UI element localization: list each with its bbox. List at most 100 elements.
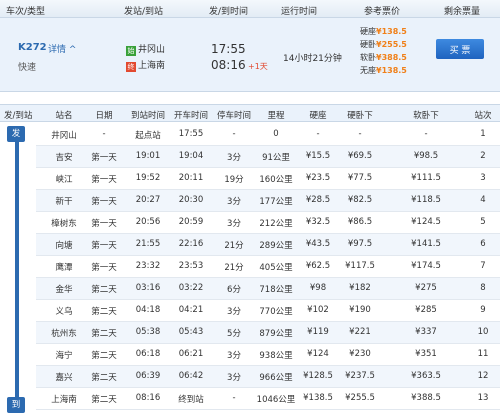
table-row: 嘉兴 第二天 06:39 06:42 3分 966公里 ¥128.5 ¥237.5 ¥363.5… bbox=[36, 366, 500, 388]
stop-index: 13 bbox=[477, 393, 489, 403]
seat-class-label: 硬卧 bbox=[360, 40, 376, 49]
col-header: 里程 bbox=[267, 111, 285, 121]
price-list: 硬座¥138.5 硬卧¥255.5 软卧¥388.5 无座¥138.5 bbox=[360, 26, 407, 78]
hard-sleeper-price: ¥69.5 bbox=[347, 151, 373, 161]
stop-date: 第二天 bbox=[91, 307, 117, 317]
header-remaining: 剩余票量 bbox=[444, 7, 481, 17]
seat-price: ¥255.5 bbox=[376, 40, 407, 49]
distance: 177公里 bbox=[259, 197, 293, 207]
stop-duration: 3分 bbox=[227, 153, 241, 163]
distance: 966公里 bbox=[259, 373, 293, 383]
arrive-time: 23:32 bbox=[135, 261, 161, 271]
stop-duration: 3分 bbox=[227, 219, 241, 229]
table-row: 金华 第二天 03:16 03:22 6分 718公里 ¥98 ¥182 ¥275 8 bbox=[36, 278, 500, 300]
seat-price: ¥138.5 bbox=[376, 66, 407, 75]
stop-date: 第二天 bbox=[91, 395, 117, 405]
depart-time: 22:16 bbox=[178, 239, 204, 249]
hard-sleeper-price: ¥86.5 bbox=[347, 217, 373, 227]
stop-index: 5 bbox=[480, 217, 486, 227]
header-ref-price: 参考票价 bbox=[364, 7, 401, 17]
stop-date: 第一天 bbox=[91, 153, 117, 163]
stop-duration: 21分 bbox=[224, 263, 244, 273]
arrive-time: 03:16 bbox=[135, 283, 161, 293]
arrive-time: 08:16 bbox=[135, 393, 161, 403]
stop-duration: - bbox=[232, 393, 236, 403]
soft-sleeper-price: ¥124.5 bbox=[411, 217, 441, 227]
results-header: 车次/类型 发站/到站 发/到时间 运行时间 参考票价 剩余票量 bbox=[0, 0, 500, 18]
train-number-link[interactable]: K272 bbox=[18, 42, 47, 53]
table-row: 向塘 第一天 21:55 22:16 21分 289公里 ¥43.5 ¥97.5 ¥141.5 6 bbox=[36, 234, 500, 256]
soft-sleeper-price: ¥388.5 bbox=[411, 393, 441, 403]
stop-date: 第一天 bbox=[91, 263, 117, 273]
arrive-time: 起点站 bbox=[135, 131, 161, 141]
depart-time: 23:53 bbox=[178, 261, 204, 271]
stop-date: - bbox=[102, 129, 106, 139]
hard-sleeper-price: ¥182 bbox=[349, 283, 371, 293]
header-duration: 运行时间 bbox=[281, 7, 318, 17]
seat-price: ¥138.5 bbox=[376, 27, 407, 36]
to-station-name: 上海南 bbox=[138, 61, 166, 71]
stop-duration: 3分 bbox=[227, 197, 241, 207]
depart-time: 终到站 bbox=[178, 395, 204, 405]
table-row: 杭州东 第二天 05:38 05:43 5分 879公里 ¥119 ¥221 ¥337 10 bbox=[36, 322, 500, 344]
arrive-time: 20:56 bbox=[135, 217, 161, 227]
col-header: 停车时间 bbox=[216, 111, 252, 121]
from-station: 始井冈山 bbox=[126, 42, 165, 56]
stop-index: 9 bbox=[480, 305, 486, 315]
soft-sleeper-price: ¥275 bbox=[415, 283, 437, 293]
run-duration: 14小时21分钟 bbox=[283, 54, 342, 64]
seat-class-label: 硬座 bbox=[360, 27, 376, 36]
hard-sleeper-price: ¥77.5 bbox=[347, 173, 373, 183]
stop-date: 第一天 bbox=[91, 197, 117, 207]
header-times: 发/到时间 bbox=[209, 7, 249, 17]
train-summary-row: K272 详情 ^ 快速 始井冈山 终上海南 17:55 08:16 +1天 1… bbox=[0, 18, 500, 92]
table-row: 樟树东 第一天 20:56 20:59 3分 212公里 ¥32.5 ¥86.5 ¥124.5 5 bbox=[36, 212, 500, 234]
stop-duration: 3分 bbox=[227, 307, 241, 317]
distance: 160公里 bbox=[259, 175, 293, 185]
stop-index: 7 bbox=[480, 261, 486, 271]
distance: 0 bbox=[273, 129, 279, 139]
table-row: 海宁 第二天 06:18 06:21 3分 938公里 ¥124 ¥230 ¥351 11 bbox=[36, 344, 500, 366]
train-detail-toggle[interactable]: 详情 ^ bbox=[48, 42, 76, 55]
hard-seat-price: ¥102 bbox=[307, 305, 329, 315]
hard-seat-price: ¥98 bbox=[309, 283, 327, 293]
header-from-to: 发站/到站 bbox=[124, 7, 164, 17]
distance: 770公里 bbox=[259, 307, 293, 317]
stop-index: 4 bbox=[480, 195, 486, 205]
stop-index: 1 bbox=[480, 129, 486, 139]
distance: 405公里 bbox=[259, 263, 293, 273]
station-name: 峡江 bbox=[55, 175, 73, 185]
hard-seat-price: ¥138.5 bbox=[303, 393, 333, 403]
distance: 91公里 bbox=[262, 153, 290, 163]
stop-date: 第一天 bbox=[91, 219, 117, 229]
stop-duration: 5分 bbox=[227, 329, 241, 339]
from-station-name: 井冈山 bbox=[138, 45, 166, 55]
depart-time: 17:55 bbox=[211, 42, 246, 56]
distance: 938公里 bbox=[259, 351, 293, 361]
station-name: 杭州东 bbox=[51, 329, 77, 339]
depart-time: 19:04 bbox=[178, 151, 204, 161]
depart-time: 17:55 bbox=[178, 129, 204, 139]
price-row: 硬卧¥255.5 bbox=[360, 39, 407, 52]
soft-sleeper-price: ¥111.5 bbox=[411, 173, 441, 183]
hard-sleeper-price: ¥230 bbox=[349, 349, 371, 359]
start-marker-icon: 始 bbox=[126, 46, 136, 56]
hard-sleeper-price: ¥237.5 bbox=[345, 371, 375, 381]
col-header: 日期 bbox=[95, 111, 113, 121]
arrive-time: 05:38 bbox=[135, 327, 161, 337]
arrive-time: 19:52 bbox=[135, 173, 161, 183]
hard-seat-price: ¥124 bbox=[307, 349, 329, 359]
buy-ticket-button[interactable]: 买 票 bbox=[436, 39, 484, 59]
hard-sleeper-price: ¥255.5 bbox=[345, 393, 375, 403]
route-rail: 发 到 bbox=[6, 126, 28, 413]
table-row: 鹰潭 第一天 23:32 23:53 21分 405公里 ¥62.5 ¥117.5 ¥174.5… bbox=[36, 256, 500, 278]
hard-sleeper-price: ¥117.5 bbox=[345, 261, 375, 271]
header-train-type: 车次/类型 bbox=[6, 7, 46, 17]
stop-duration: 3分 bbox=[227, 351, 241, 361]
arrive-time: 21:55 bbox=[135, 239, 161, 249]
hard-sleeper-price: ¥82.5 bbox=[347, 195, 373, 205]
stop-date: 第二天 bbox=[91, 285, 117, 295]
depart-time: 03:22 bbox=[178, 283, 204, 293]
soft-sleeper-price: ¥285 bbox=[415, 305, 437, 315]
stop-duration: 3分 bbox=[227, 373, 241, 383]
